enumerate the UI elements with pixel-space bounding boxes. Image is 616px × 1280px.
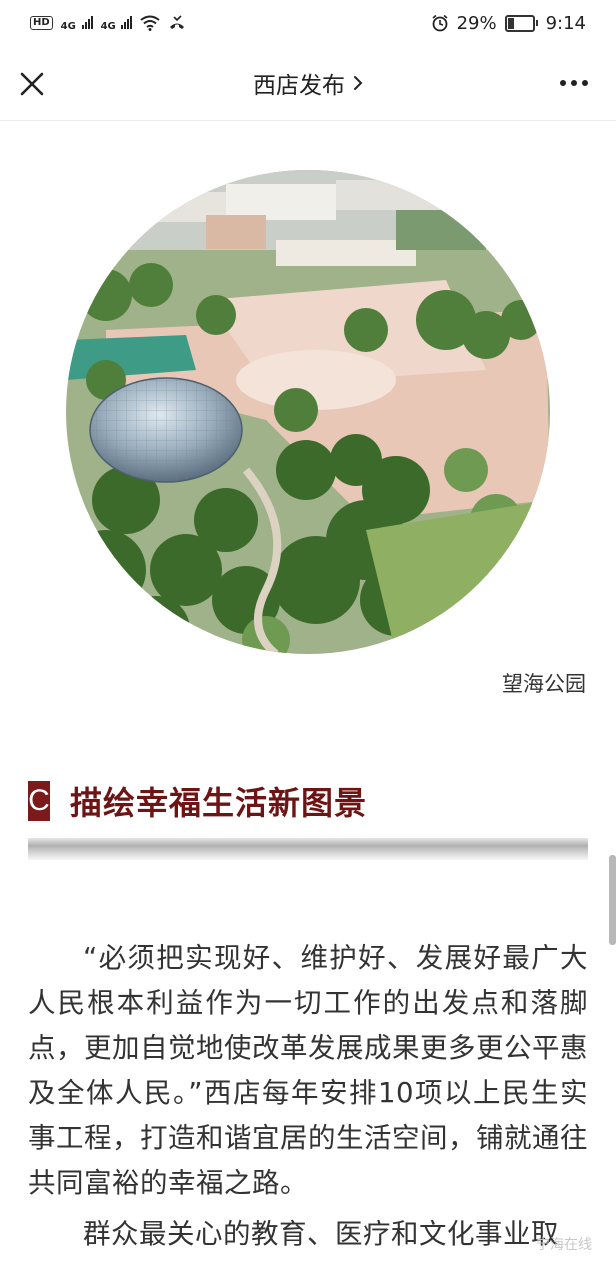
nav-title: 西店发布 <box>253 73 345 99</box>
section-heading: C 描绘幸福生活新图景 <box>28 778 367 824</box>
status-left-icons: HD 4G 4G <box>30 13 186 34</box>
chevron-right-icon <box>354 76 363 90</box>
photo-caption: 望海公园 <box>502 672 586 696</box>
close-icon[interactable] <box>18 70 46 98</box>
missed-call-icon <box>170 15 185 29</box>
account-name-link[interactable]: 西店发布 <box>253 66 363 100</box>
article-paragraph: 群众最关心的教育、医疗和文化事业取 <box>83 1218 559 1250</box>
status-right-icons: 29% 9:14 <box>431 13 586 34</box>
park-photo[interactable] <box>66 170 550 654</box>
section-divider <box>28 838 588 860</box>
article-paragraph: “必须把实现好、维护好、发展好最广大人民根本利益作为一切工作的出发点和落脚点，更… <box>28 942 588 1199</box>
section-letter-badge: C <box>28 781 50 821</box>
article-body: “必须把实现好、维护好、发展好最广大人民根本利益作为一切工作的出发点和落脚点，更… <box>28 936 588 1257</box>
4g-signal-icon: 4G <box>101 13 133 34</box>
scrollbar[interactable] <box>609 855 616 945</box>
battery-icon <box>504 14 538 32</box>
section-title: 描绘幸福生活新图景 <box>70 784 368 822</box>
hd-icon: HD <box>30 16 53 30</box>
battery-percent: 29% <box>456 12 497 34</box>
watermark: 宁海在线 <box>536 1237 592 1253</box>
aerial-park-image <box>66 170 550 654</box>
wifi-icon <box>140 15 161 31</box>
4g-signal-icon: 4G <box>61 13 93 34</box>
battery-fill <box>507 17 514 29</box>
more-dots-icon[interactable] <box>560 80 588 86</box>
clock: 9:14 <box>545 12 586 34</box>
alarm-icon <box>432 14 448 32</box>
status-bar: HD 4G 4G 29% 9:14 <box>0 0 616 46</box>
nav-bar: 西店发布 <box>0 46 616 121</box>
